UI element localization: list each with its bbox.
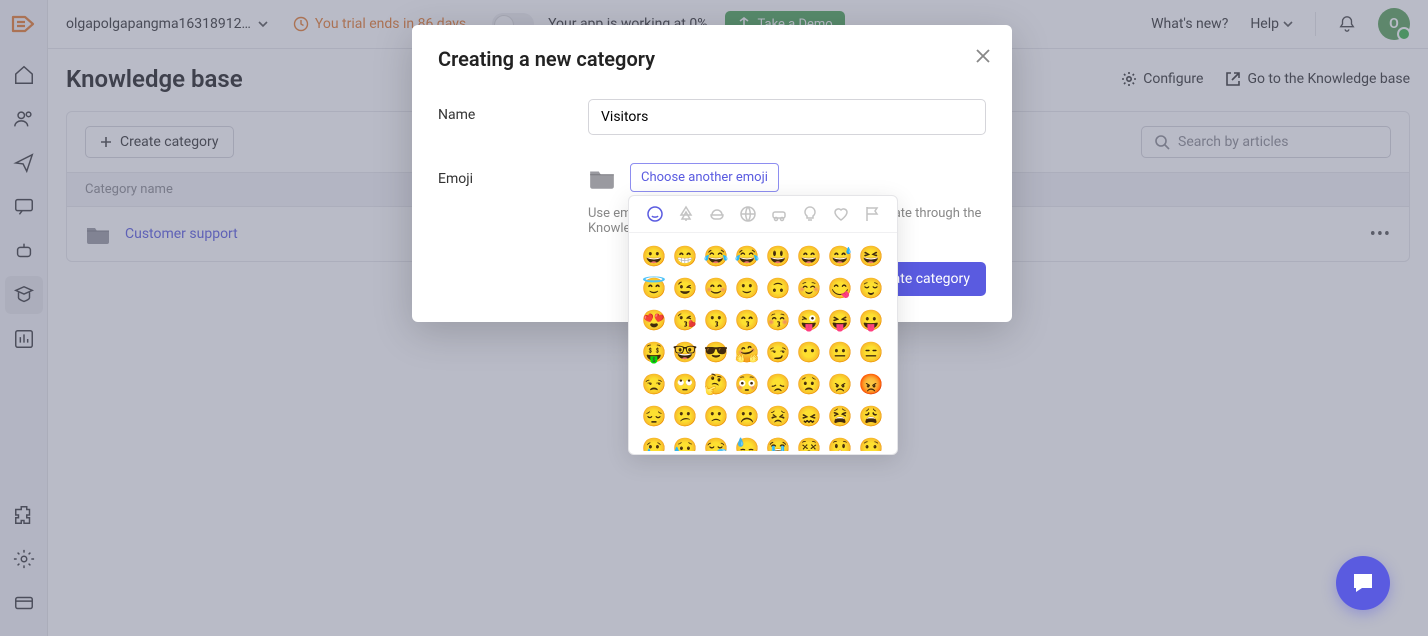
- emoji-option[interactable]: 😟: [796, 371, 822, 397]
- emoji-option[interactable]: 😃: [765, 243, 791, 269]
- emoji-option[interactable]: 😂: [734, 243, 760, 269]
- emoji-tab-symbols-icon[interactable]: [831, 204, 851, 224]
- emoji-tab-smileys-icon[interactable]: [645, 204, 665, 224]
- emoji-option[interactable]: 😫: [827, 403, 853, 429]
- emoji-option[interactable]: ☹️: [734, 403, 760, 429]
- emoji-option[interactable]: 😖: [796, 403, 822, 429]
- name-input[interactable]: [588, 99, 986, 135]
- emoji-option[interactable]: 😏: [765, 339, 791, 365]
- emoji-option[interactable]: 😙: [734, 307, 760, 333]
- emoji-option[interactable]: 😥: [672, 435, 698, 451]
- emoji-option[interactable]: 🤓: [672, 339, 698, 365]
- emoji-option[interactable]: 😓: [734, 435, 760, 451]
- emoji-option[interactable]: 🤗: [734, 339, 760, 365]
- modal-title: Creating a new category: [438, 47, 986, 71]
- messenger-fab[interactable]: [1336, 556, 1390, 610]
- emoji-option[interactable]: 😲: [827, 435, 853, 451]
- emoji-option[interactable]: 😢: [641, 435, 667, 451]
- emoji-option[interactable]: 😌: [858, 275, 884, 301]
- emoji-tab-activity-icon[interactable]: [738, 204, 758, 224]
- emoji-option[interactable]: 😚: [765, 307, 791, 333]
- emoji-option[interactable]: 😒: [641, 371, 667, 397]
- emoji-option[interactable]: 😀: [641, 243, 667, 269]
- emoji-option[interactable]: 😞: [765, 371, 791, 397]
- emoji-option[interactable]: 😅: [827, 243, 853, 269]
- emoji-option[interactable]: 😆: [858, 243, 884, 269]
- emoji-option[interactable]: 🤔: [703, 371, 729, 397]
- emoji-option[interactable]: 😋: [827, 275, 853, 301]
- emoji-tab-food-icon[interactable]: [707, 204, 727, 224]
- emoji-option[interactable]: 🙃: [765, 275, 791, 301]
- emoji-option[interactable]: 😍: [641, 307, 667, 333]
- emoji-tab-flags-icon[interactable]: [862, 204, 882, 224]
- emoji-label: Emoji: [438, 163, 588, 187]
- choose-emoji-button[interactable]: Choose another emoji: [630, 163, 779, 192]
- emoji-option[interactable]: 😐: [827, 339, 853, 365]
- emoji-option[interactable]: 😵: [796, 435, 822, 451]
- emoji-option[interactable]: 😕: [672, 403, 698, 429]
- close-icon[interactable]: [974, 47, 992, 69]
- emoji-option[interactable]: 😁: [672, 243, 698, 269]
- emoji-option[interactable]: 😡: [858, 371, 884, 397]
- emoji-option[interactable]: 😝: [827, 307, 853, 333]
- emoji-option[interactable]: 🤑: [641, 339, 667, 365]
- emoji-option[interactable]: 😎: [703, 339, 729, 365]
- emoji-option[interactable]: 😇: [641, 275, 667, 301]
- emoji-option[interactable]: 😯: [858, 435, 884, 451]
- emoji-option[interactable]: 😔: [641, 403, 667, 429]
- emoji-option[interactable]: 😄: [796, 243, 822, 269]
- emoji-option[interactable]: 😛: [858, 307, 884, 333]
- emoji-option[interactable]: ☺️: [796, 275, 822, 301]
- emoji-option[interactable]: 😊: [703, 275, 729, 301]
- emoji-tab-travel-icon[interactable]: [769, 204, 789, 224]
- emoji-option[interactable]: 😭: [765, 435, 791, 451]
- emoji-option[interactable]: 😜: [796, 307, 822, 333]
- emoji-tab-nature-icon[interactable]: [676, 204, 696, 224]
- emoji-option[interactable]: 😶: [796, 339, 822, 365]
- emoji-option[interactable]: 😘: [672, 307, 698, 333]
- emoji-option[interactable]: 😠: [827, 371, 853, 397]
- emoji-preview-icon: [588, 166, 616, 190]
- emoji-option[interactable]: 😗: [703, 307, 729, 333]
- emoji-option[interactable]: 😣: [765, 403, 791, 429]
- emoji-option[interactable]: 😩: [858, 403, 884, 429]
- emoji-option[interactable]: 😑: [858, 339, 884, 365]
- name-label: Name: [438, 99, 588, 123]
- emoji-option[interactable]: 😳: [734, 371, 760, 397]
- emoji-option[interactable]: 😉: [672, 275, 698, 301]
- emoji-option[interactable]: 🙂: [734, 275, 760, 301]
- emoji-option[interactable]: 😂: [703, 243, 729, 269]
- emoji-option[interactable]: 🙁: [703, 403, 729, 429]
- emoji-option[interactable]: 🙄: [672, 371, 698, 397]
- emoji-tab-objects-icon[interactable]: [800, 204, 820, 224]
- emoji-option[interactable]: 😪: [703, 435, 729, 451]
- emoji-picker: 😀😁😂😂😃😄😅😆😇😉😊🙂🙃☺️😋😌😍😘😗😙😚😜😝😛🤑🤓😎🤗😏😶😐😑😒🙄🤔😳😞😟😠…: [628, 195, 898, 455]
